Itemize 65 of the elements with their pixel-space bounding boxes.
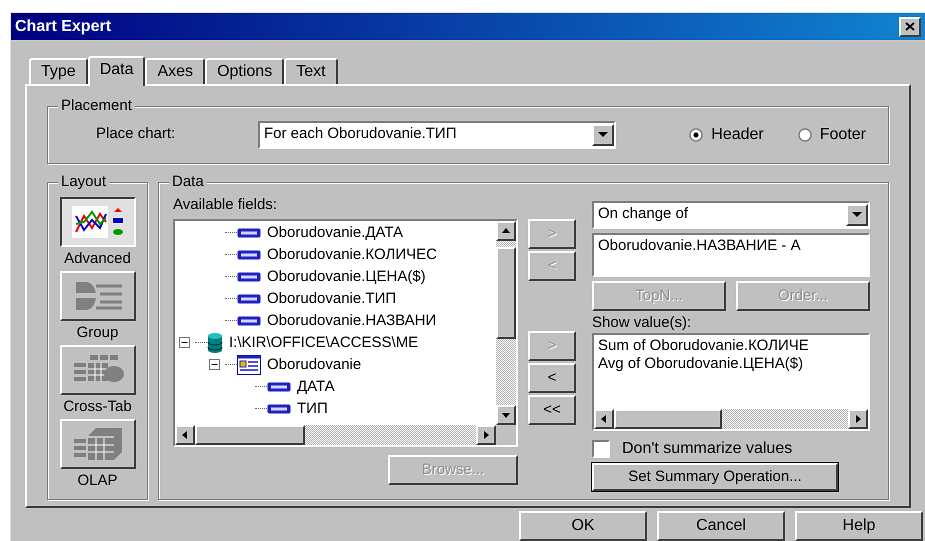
layout-label: Advanced <box>64 248 131 269</box>
field-icon <box>267 382 291 392</box>
tree-item[interactable]: Oborudovanie.ТИП <box>267 288 396 309</box>
layout-label: OLAP <box>77 470 118 491</box>
radio-button[interactable] <box>798 128 812 142</box>
dialog-button[interactable]: Cancel <box>657 511 785 541</box>
move-button[interactable]: < <box>528 362 576 393</box>
on-change-dropdown[interactable]: On change of <box>592 200 870 229</box>
collapse-toggle-icon[interactable] <box>209 359 220 370</box>
database-icon <box>207 332 223 354</box>
scroll-up-button[interactable] <box>496 220 516 241</box>
field-icon <box>237 250 261 260</box>
radio-label: Header <box>711 124 764 145</box>
collapse-toggle-icon[interactable] <box>179 337 190 348</box>
tab[interactable]: Text <box>284 58 338 84</box>
scroll-down-button[interactable] <box>496 404 516 425</box>
scrollbar-thumb[interactable] <box>496 246 516 339</box>
field-label: Place chart: <box>96 124 176 144</box>
field-icon <box>237 294 261 304</box>
field-icon <box>267 404 291 414</box>
tab[interactable]: Data <box>88 56 146 86</box>
scroll-right-button[interactable] <box>476 424 496 445</box>
tree-item[interactable]: ДАТА <box>297 376 335 397</box>
scrollbar-thumb[interactable] <box>195 424 305 445</box>
tab[interactable]: Axes <box>145 58 206 84</box>
field-icon <box>237 228 261 238</box>
scroll-right-button[interactable] <box>848 408 868 429</box>
scroll-left-button[interactable] <box>175 424 195 445</box>
tree-item[interactable]: Oborudovanie.ДАТА <box>267 222 404 243</box>
dialog-button[interactable]: Help <box>795 511 923 541</box>
move-button[interactable]: << <box>528 394 576 425</box>
section-label: Available fields: <box>173 194 278 215</box>
table-icon <box>237 354 261 375</box>
window-title: Chart Expert <box>15 16 112 37</box>
layout-label: Group <box>76 322 118 343</box>
section-label: Show value(s): <box>592 312 692 333</box>
scrollbar-thumb[interactable] <box>614 408 722 429</box>
scrollbar-corner <box>496 424 516 445</box>
dialog-button[interactable]: OK <box>519 511 647 541</box>
layout-button[interactable] <box>60 196 136 247</box>
checkbox[interactable] <box>592 440 610 458</box>
layout-label: Cross-Tab <box>63 396 132 417</box>
scroll-left-button[interactable] <box>594 408 614 429</box>
field-icon <box>237 272 261 282</box>
list-item[interactable]: Avg of Oborudovanie.ЦЕНА($) <box>598 354 864 373</box>
checkbox-label: Don't summarize values <box>622 438 792 459</box>
tree-item[interactable]: Oborudovanie.НАЗВАНИ <box>267 310 436 331</box>
list-item[interactable]: Sum of Oborudovanie.КОЛИЧЕ <box>598 336 864 355</box>
summary-operation-button[interactable]: Set Summary Operation... <box>592 462 838 491</box>
radio-button[interactable] <box>689 128 704 142</box>
field-icon <box>237 316 261 326</box>
tab[interactable]: Options <box>205 58 284 84</box>
tab[interactable]: Type <box>29 58 88 84</box>
tree-item[interactable]: Oborudovanie.КОЛИЧЕС <box>267 244 437 265</box>
line-chart-icon <box>70 204 126 240</box>
tree-item[interactable]: I:\KIR\OFFICE\ACCESS\ME <box>229 332 418 353</box>
group-fields-list[interactable]: Oborudovanie.НАЗВАНИЕ - A <box>592 232 870 277</box>
radio-label: Footer <box>820 124 866 145</box>
tree-item[interactable]: Oborudovanie.ЦЕНА($) <box>267 266 426 287</box>
close-icon <box>905 22 915 32</box>
place-chart-dropdown[interactable]: For each Oborudovanie.ТИП <box>258 120 616 149</box>
close-button[interactable] <box>899 16 921 37</box>
tree-item[interactable]: Oborudovanie <box>267 354 362 375</box>
tree-item[interactable]: ТИП <box>297 398 328 419</box>
list-item[interactable]: Oborudovanie.НАЗВАНИЕ - A <box>598 234 864 258</box>
